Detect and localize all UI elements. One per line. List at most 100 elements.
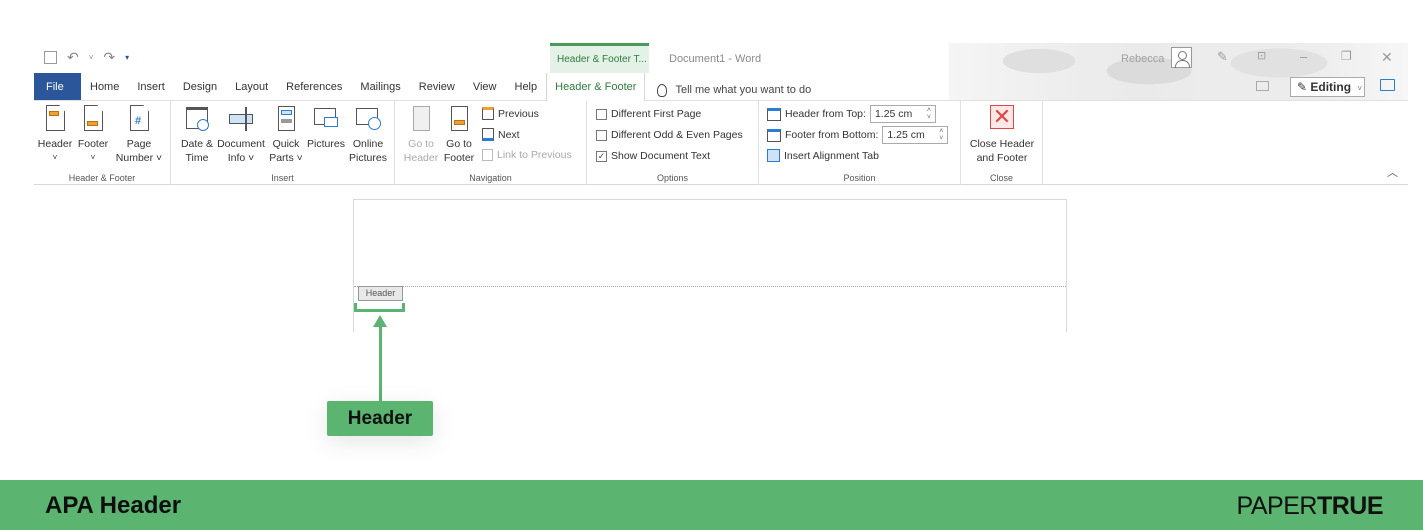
go-to-header-icon: [407, 105, 435, 133]
link-to-previous-icon: [482, 149, 493, 161]
undo-dropdown-icon[interactable]: ˅: [89, 53, 94, 62]
online-pictures-button[interactable]: Online Pictures: [347, 105, 389, 165]
ribbon: Header ˅ Footer ˅ # Page Number ˅ Header…: [34, 101, 1408, 185]
lightbulb-icon: [657, 83, 668, 97]
customize-qat-icon[interactable]: ▾: [125, 53, 129, 62]
tab-file[interactable]: File: [34, 73, 81, 100]
page-number-icon: #: [125, 105, 153, 133]
context-tab-group-label: Header & Footer T...: [550, 43, 649, 73]
avatar[interactable]: [1171, 47, 1192, 68]
footer-position-icon: [767, 128, 781, 142]
spin-arrows-icon[interactable]: ˄ ˅: [939, 128, 943, 142]
tab-view[interactable]: View: [464, 73, 506, 100]
editing-label: Editing: [1310, 80, 1352, 94]
checkbox-checked[interactable]: ✓: [596, 150, 607, 162]
header-region-tag: Header: [358, 286, 403, 301]
online-pictures-icon: [354, 105, 382, 133]
tab-references[interactable]: References: [277, 73, 351, 100]
restore-icon[interactable]: ❐: [1341, 49, 1352, 63]
document-page[interactable]: Header: [353, 199, 1067, 332]
footer-band: APA Header PAPERTRUE: [0, 480, 1423, 530]
header-from-top-input[interactable]: 1.25 cm ˄ ˅: [869, 105, 936, 123]
screenshot-canvas: ↶ ˅ ↷ ▾ Header & Footer T... Document1 -…: [0, 0, 1423, 530]
pictures-button[interactable]: Pictures: [304, 105, 348, 151]
footer-button[interactable]: Footer ˅: [74, 105, 112, 165]
tell-me-search[interactable]: Tell me what you want to do: [645, 73, 811, 100]
header-boundary-line: [354, 286, 1066, 287]
group-label-position: Position: [843, 173, 876, 183]
minimize-icon[interactable]: –: [1300, 49, 1307, 64]
previous-icon: [482, 107, 494, 120]
collapse-ribbon-icon[interactable]: ︿: [1387, 164, 1398, 180]
go-to-header-button[interactable]: Go to Header: [403, 105, 439, 165]
tab-home[interactable]: Home: [81, 73, 128, 100]
user-name[interactable]: Rebecca: [1121, 53, 1164, 65]
annotation-bracket: [354, 303, 405, 312]
group-label-insert: Insert: [271, 173, 294, 183]
go-to-footer-icon: [445, 105, 473, 133]
title-bar: ↶ ˅ ↷ ▾ Header & Footer T... Document1 -…: [34, 43, 1408, 101]
pen-icon[interactable]: ✎: [1217, 49, 1228, 65]
header-button[interactable]: Header ˅: [36, 105, 74, 165]
group-label-header-footer: Header & Footer: [68, 173, 136, 183]
different-odd-even-checkbox[interactable]: Different Odd & Even Pages: [596, 129, 743, 141]
date-time-button[interactable]: Date & Time: [177, 105, 217, 165]
close-red-x-icon: ✕: [988, 105, 1016, 133]
footer-icon: [79, 105, 107, 133]
quick-parts-button[interactable]: Quick Parts ˅: [268, 105, 304, 165]
alignment-tab-icon: [767, 149, 780, 162]
save-icon[interactable]: [44, 51, 57, 64]
document-title: Document1 - Word: [669, 53, 762, 65]
insert-alignment-tab-button[interactable]: Insert Alignment Tab: [767, 149, 879, 162]
group-header-footer: Header ˅ Footer ˅ # Page Number ˅ Header…: [34, 101, 171, 185]
tab-header-footer[interactable]: Header & Footer: [546, 73, 646, 101]
undo-icon[interactable]: ↶: [67, 49, 79, 66]
redo-icon[interactable]: ↷: [103, 49, 115, 66]
papertrue-logo: PAPERTRUE: [1236, 492, 1384, 520]
band-title: APA Header: [45, 492, 182, 519]
document-info-button[interactable]: Document Info ˅: [215, 105, 267, 165]
checkbox-unchecked[interactable]: [596, 108, 607, 120]
close-window-icon[interactable]: ✕: [1381, 49, 1393, 66]
tab-design[interactable]: Design: [174, 73, 226, 100]
group-insert: Date & Time Document Info ˅ Quick Parts …: [171, 101, 395, 185]
comments-icon[interactable]: [1380, 79, 1395, 91]
group-label-close: Close: [989, 173, 1013, 183]
checkbox-unchecked[interactable]: [596, 129, 607, 141]
next-icon: [482, 128, 494, 141]
ribbon-display-icon[interactable]: ⊡: [1257, 49, 1266, 62]
different-first-page-checkbox[interactable]: Different First Page: [596, 108, 701, 120]
pictures-icon: [312, 105, 340, 133]
group-label-options: Options: [656, 173, 689, 183]
tab-review[interactable]: Review: [410, 73, 464, 100]
tell-me-text: Tell me what you want to do: [675, 84, 812, 96]
show-document-text-checkbox[interactable]: ✓ Show Document Text: [596, 150, 710, 162]
annotation-callout: Header: [327, 401, 433, 436]
header-from-top-control: Header from Top: 1.25 cm ˄ ˅: [767, 105, 936, 123]
group-navigation: Go to Header Go to Footer Previous Next …: [395, 101, 587, 185]
next-button[interactable]: Next: [482, 128, 520, 141]
link-to-previous-button[interactable]: Link to Previous: [482, 149, 572, 161]
go-to-footer-button[interactable]: Go to Footer: [441, 105, 477, 165]
header-icon: [41, 105, 69, 133]
previous-button[interactable]: Previous: [482, 107, 539, 120]
group-position: Header from Top: 1.25 cm ˄ ˅ Footer from …: [759, 101, 961, 185]
group-label-navigation: Navigation: [469, 173, 512, 183]
tab-insert[interactable]: Insert: [128, 73, 174, 100]
tab-layout[interactable]: Layout: [226, 73, 277, 100]
pencil-icon: ✎: [1297, 80, 1311, 94]
footer-from-bottom-input[interactable]: 1.25 cm ˄ ˅: [882, 126, 949, 144]
group-close: ✕ Close Header and Footer Close: [961, 101, 1043, 185]
close-header-footer-button[interactable]: ✕ Close Header and Footer: [965, 105, 1039, 165]
tab-mailings[interactable]: Mailings: [351, 73, 409, 100]
tab-help[interactable]: Help: [506, 73, 547, 100]
share-icon[interactable]: [1256, 81, 1269, 91]
group-options: Different First Page Different Odd & Eve…: [587, 101, 759, 185]
editing-mode-button[interactable]: ✎ Editing ˅: [1290, 77, 1365, 97]
page-number-button[interactable]: # Page Number ˅: [114, 105, 164, 165]
annotation-arrow-line: [379, 322, 382, 404]
quick-parts-icon: [272, 105, 300, 133]
header-position-icon: [767, 107, 781, 121]
quick-access-toolbar: ↶ ˅ ↷ ▾: [44, 49, 129, 66]
spin-arrows-icon[interactable]: ˄ ˅: [927, 107, 931, 121]
